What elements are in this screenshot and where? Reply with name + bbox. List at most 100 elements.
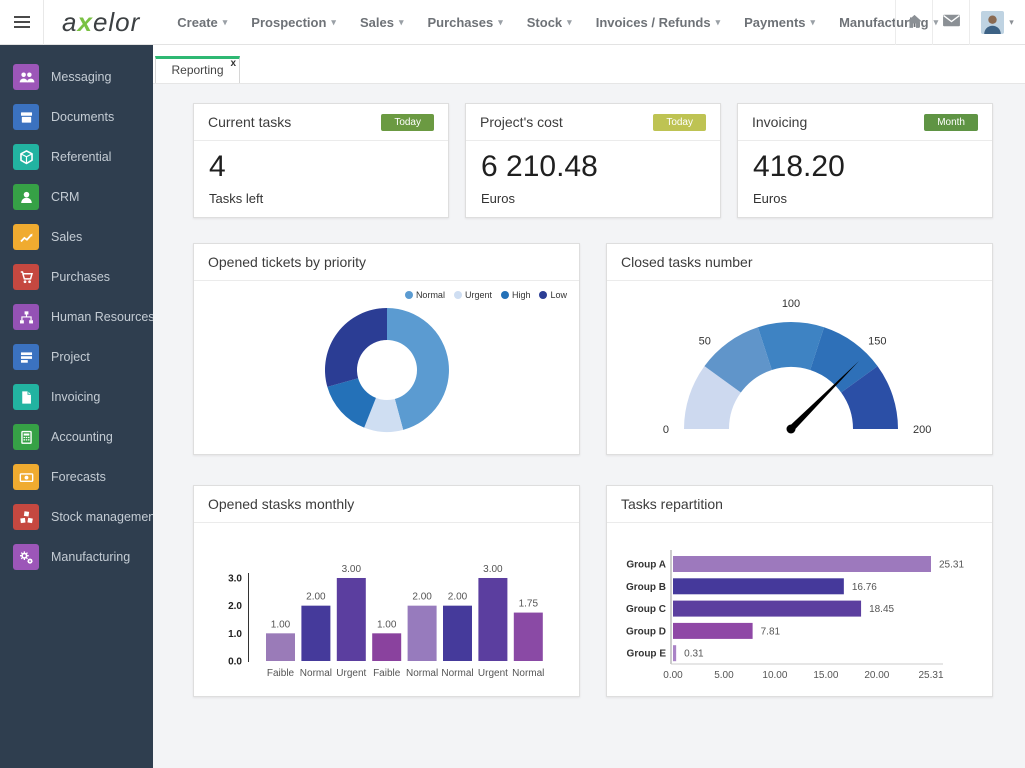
user-avatar [981, 11, 1004, 34]
svg-text:Normal: Normal [406, 668, 438, 679]
home-button[interactable] [895, 0, 932, 45]
stat-card-body: 418.20Euros [738, 141, 992, 206]
hbar-4 [673, 645, 676, 661]
svg-text:2.00: 2.00 [412, 592, 432, 603]
bar-1 [301, 606, 330, 661]
sidebar-item-project[interactable]: Project [0, 337, 153, 377]
top-navbar: axelor Create▾Prospection▾Sales▾Purchase… [0, 0, 1025, 45]
sidebar-item-accounting[interactable]: Accounting [0, 417, 153, 457]
tab-reporting[interactable]: Reporting x [155, 56, 240, 83]
menu-create[interactable]: Create▾ [166, 9, 238, 36]
sidebar-item-manufacturing[interactable]: Manufacturing [0, 537, 153, 577]
legend-label: Normal [416, 290, 445, 300]
sidebar-item-label: Project [51, 350, 90, 364]
svg-text:0.31: 0.31 [684, 649, 704, 660]
sidebar-item-crm[interactable]: CRM [0, 177, 153, 217]
menu-invoices-refunds[interactable]: Invoices / Refunds ▾ [585, 9, 731, 36]
sidebar-item-label: Human Resources [51, 310, 155, 324]
svg-text:Faible: Faible [267, 668, 295, 679]
stat-card-row: Current tasksToday4Tasks leftProject's c… [193, 103, 993, 218]
user-menu-button[interactable]: ▾ [969, 0, 1025, 45]
card-title: Opened stasks monthly [208, 496, 354, 512]
dashboard-content: Current tasksToday4Tasks leftProject's c… [153, 84, 1025, 768]
svg-text:Group C: Group C [626, 604, 666, 615]
stat-card-body: 6 210.48Euros [466, 141, 720, 206]
card-opened-stasks: Opened stasks monthly 0.01.02.03.01.00Fa… [193, 485, 580, 697]
svg-text:10.00: 10.00 [762, 670, 787, 681]
hbar-2 [673, 601, 861, 617]
sidebar-item-label: Sales [51, 230, 82, 244]
svg-text:1.00: 1.00 [377, 619, 397, 630]
bar-chart-svg: 0.01.02.03.01.00Faible2.00Normal3.00Urge… [194, 523, 579, 696]
menu-payments[interactable]: Payments▾ [733, 9, 826, 36]
messages-button[interactable] [932, 0, 969, 45]
svg-text:Group B: Group B [626, 582, 666, 593]
chevron-down-icon: ▾ [716, 17, 721, 28]
menu-label: Invoices / Refunds [596, 15, 711, 30]
stat-card-invoicing: InvoicingMonth418.20Euros [737, 103, 993, 218]
donut-slice-low [325, 308, 387, 387]
sidebar-item-stock-management[interactable]: Stock management [0, 497, 153, 537]
svg-text:Normal: Normal [441, 668, 473, 679]
app-logo[interactable]: axelor [44, 7, 166, 38]
hbar-3 [673, 623, 753, 639]
sidebar-item-forecasts[interactable]: Forecasts [0, 457, 153, 497]
svg-text:3.00: 3.00 [483, 564, 503, 575]
sidebar-item-label: Purchases [51, 270, 110, 284]
legend-label: Urgent [465, 290, 492, 300]
stat-card-header: Current tasksToday [194, 104, 448, 141]
menu-label: Purchases [427, 15, 493, 30]
bar-0 [266, 633, 295, 661]
sidebar-item-messaging[interactable]: Messaging [0, 57, 153, 97]
chart-icon [13, 224, 39, 250]
home-icon [905, 12, 924, 34]
sidebar-item-sales[interactable]: Sales [0, 217, 153, 257]
sidebar-item-label: Referential [51, 150, 111, 164]
sidebar-item-referential[interactable]: Referential [0, 137, 153, 177]
svg-text:50: 50 [699, 336, 711, 348]
stat-card-header: InvoicingMonth [738, 104, 992, 141]
legend-dot [454, 291, 462, 299]
stat-value: 418.20 [753, 150, 977, 184]
menu-prospection[interactable]: Prospection▾ [240, 9, 347, 36]
sidebar-item-human-resources[interactable]: Human Resources [0, 297, 153, 337]
svg-text:0: 0 [663, 424, 669, 436]
hbar-chart: Group A25.31Group B16.76Group C18.45Grou… [607, 523, 992, 696]
close-icon[interactable]: x [230, 59, 236, 69]
legend-item-low: Low [539, 290, 567, 300]
hbar-1 [673, 578, 844, 594]
stat-card-header: Project's costToday [466, 104, 720, 141]
menu-label: Prospection [251, 15, 326, 30]
donut-chart-svg [194, 281, 579, 454]
svg-text:Urgent: Urgent [336, 668, 366, 679]
svg-text:1.00: 1.00 [271, 619, 291, 630]
menu-purchases[interactable]: Purchases ▾ [416, 9, 513, 36]
menu-sales[interactable]: Sales▾ [349, 9, 415, 36]
svg-text:2.00: 2.00 [306, 592, 326, 603]
menu-toggle-button[interactable] [0, 0, 44, 45]
stat-card-project-s-cost: Project's costToday6 210.48Euros [465, 103, 721, 218]
legend-dot [501, 291, 509, 299]
list-icon [13, 344, 39, 370]
cube-icon [13, 144, 39, 170]
hbar-chart-svg: Group A25.31Group B16.76Group C18.45Grou… [607, 523, 992, 696]
legend-label: High [512, 290, 531, 300]
sidebar-item-label: Documents [51, 110, 114, 124]
svg-text:1.0: 1.0 [228, 629, 242, 640]
archive-icon [13, 104, 39, 130]
svg-text:Group D: Group D [626, 626, 666, 637]
sidebar-item-label: Stock management [51, 510, 159, 524]
tab-label: Reporting [171, 63, 223, 77]
chevron-down-icon: ▾ [498, 17, 503, 28]
bar-5 [443, 606, 472, 661]
menu-label: Stock [527, 15, 562, 30]
sidebar-item-invoicing[interactable]: Invoicing [0, 377, 153, 417]
gauge-chart: 050100150200 [607, 281, 992, 454]
sidebar-item-documents[interactable]: Documents [0, 97, 153, 137]
sidebar-item-purchases[interactable]: Purchases [0, 257, 153, 297]
svg-text:7.81: 7.81 [761, 626, 781, 637]
svg-text:1.75: 1.75 [519, 599, 539, 610]
menu-stock[interactable]: Stock▾ [516, 9, 583, 36]
card-title: Tasks repartition [621, 496, 723, 512]
bar-4 [408, 606, 437, 661]
